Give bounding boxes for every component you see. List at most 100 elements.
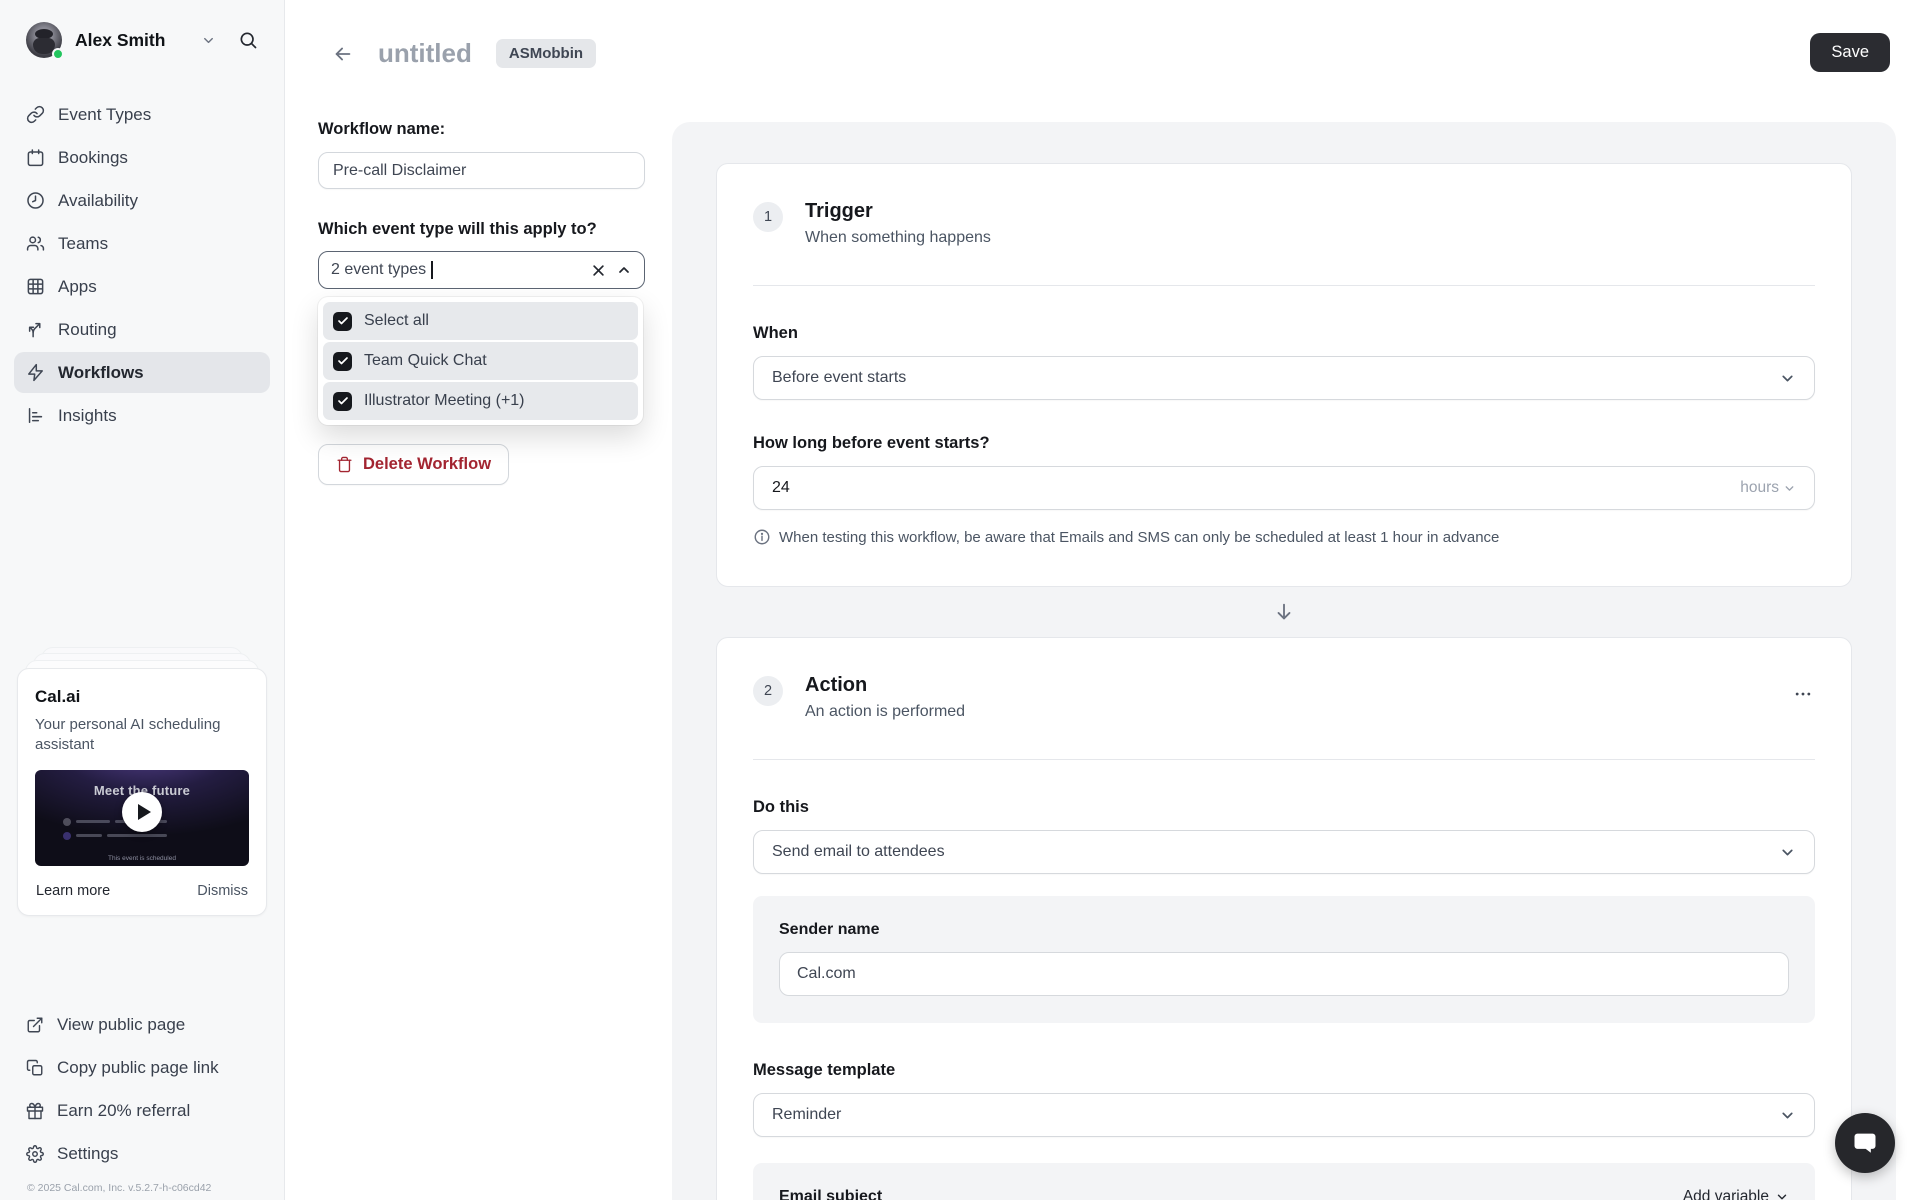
user-menu[interactable]: Alex Smith	[26, 22, 266, 60]
message-template-label: Message template	[753, 1061, 896, 1079]
sidebar-item-label: Settings	[57, 1143, 119, 1163]
dropdown-option-select-all[interactable]: Select all	[323, 302, 638, 340]
sidebar-item-insights[interactable]: Insights	[14, 395, 270, 436]
sidebar-item-availability[interactable]: Availability	[14, 180, 270, 221]
chevron-down-icon[interactable]	[201, 33, 216, 48]
chevron-up-icon[interactable]	[616, 262, 632, 278]
event-type-dropdown: Select all Team Quick Chat Illustrator M…	[318, 297, 643, 425]
main-content: untitled ASMobbin Save Workflow name: Wh…	[285, 0, 1920, 1200]
scheduling-note: When testing this workflow, be aware tha…	[753, 528, 1815, 546]
step-number-badge: 1	[753, 202, 783, 232]
sidebar-item-label: Teams	[58, 233, 109, 253]
promo-video-thumbnail[interactable]: Meet the future This event is scheduled	[35, 769, 249, 866]
sidebar-item-event-types[interactable]: Event Types	[14, 94, 270, 135]
chevron-down-icon	[1779, 370, 1796, 387]
do-this-label: Do this	[753, 798, 809, 816]
more-options-button[interactable]	[1787, 678, 1819, 710]
clock-icon	[26, 191, 45, 210]
sidebar-item-apps[interactable]: Apps	[14, 266, 270, 307]
sidebar-item-label: Earn 20% referral	[57, 1100, 191, 1120]
chevron-down-icon	[1779, 844, 1796, 861]
chat-bubble-icon	[1851, 1129, 1879, 1157]
avatar	[26, 22, 64, 60]
sidebar-item-label: Availability	[58, 190, 139, 210]
chevron-down-icon	[1783, 482, 1796, 495]
sidebar-item-routing[interactable]: Routing	[14, 309, 270, 350]
sidebar-item-label: View public page	[57, 1014, 186, 1034]
gift-icon	[26, 1102, 44, 1120]
chat-support-button[interactable]	[1835, 1113, 1895, 1173]
external-link-icon	[26, 1016, 44, 1034]
text-cursor	[431, 261, 433, 279]
sidebar-item-teams[interactable]: Teams	[14, 223, 270, 264]
info-icon	[753, 528, 771, 546]
online-status-dot	[52, 48, 64, 60]
delete-workflow-button[interactable]: Delete Workflow	[318, 444, 510, 485]
time-unit-select[interactable]: hours	[1740, 479, 1796, 497]
when-label: When	[753, 324, 798, 342]
copyright-text: © 2025 Cal.com, Inc. v.5.2.7-h-c06cd42	[27, 1182, 212, 1194]
save-button[interactable]: Save	[1810, 33, 1890, 72]
video-caption: This event is scheduled	[108, 854, 176, 862]
dismiss-link[interactable]: Dismiss	[197, 883, 248, 899]
multiselect-value: 2 event types	[331, 261, 427, 278]
add-variable-button[interactable]: Add variable	[1683, 1188, 1789, 1200]
trigger-card: 1 Trigger When something happens When Be…	[716, 163, 1852, 587]
calendar-icon	[26, 148, 45, 167]
step-number-badge: 2	[753, 676, 783, 706]
email-subject-label: Email subject	[779, 1188, 883, 1200]
event-type-label: Which event type will this apply to?	[318, 220, 597, 238]
dropdown-option-illustrator-meeting[interactable]: Illustrator Meeting (+1)	[323, 382, 638, 420]
trigger-subtitle: When something happens	[805, 229, 991, 246]
copy-icon	[26, 1059, 44, 1077]
users-icon	[26, 234, 45, 253]
sidebar-item-bookings[interactable]: Bookings	[14, 137, 270, 178]
gear-icon	[26, 1144, 44, 1163]
sidebar-footer-nav: View public page Copy public page link E…	[14, 1004, 270, 1174]
sidebar-item-settings[interactable]: Settings	[14, 1133, 270, 1174]
trigger-title: Trigger	[805, 200, 873, 222]
trigger-when-select[interactable]: Before event starts	[753, 356, 1815, 400]
sidebar-item-label: Routing	[58, 319, 117, 339]
sidebar-item-copy-public-page-link[interactable]: Copy public page link	[14, 1047, 270, 1088]
checkbox-checked-icon	[333, 391, 352, 411]
time-before-input[interactable]: 24 hours	[753, 466, 1815, 510]
sidebar-item-label: Event Types	[58, 104, 152, 124]
sender-name-input[interactable]	[779, 952, 1789, 996]
clear-selection-icon[interactable]	[591, 263, 606, 278]
message-template-select[interactable]: Reminder	[753, 1093, 1815, 1137]
chart-icon	[26, 406, 45, 425]
action-type-select[interactable]: Send email to attendees	[753, 830, 1815, 874]
sender-name-label: Sender name	[779, 921, 880, 938]
user-name: Alex Smith	[75, 29, 166, 50]
sidebar-item-label: Bookings	[58, 147, 128, 167]
dropdown-option-team-quick-chat[interactable]: Team Quick Chat	[323, 342, 638, 380]
divider	[753, 759, 1815, 760]
sidebar-item-view-public-page[interactable]: View public page	[14, 1004, 270, 1045]
promo-subtitle: Your personal AI scheduling assistant	[35, 716, 221, 754]
sidebar: Alex Smith Event Types Bookings Availabi…	[0, 0, 285, 1200]
workflow-settings-panel: Workflow name: Which event type will thi…	[318, 0, 645, 485]
sidebar-nav: Event Types Bookings Availability Teams …	[14, 94, 270, 436]
learn-more-link[interactable]: Learn more	[36, 883, 110, 899]
promo-title: Cal.ai	[35, 687, 81, 706]
play-icon[interactable]	[122, 791, 162, 832]
action-card: 2 Action An action is performed Do this …	[716, 637, 1852, 1200]
flow-arrow-down-icon	[672, 601, 1896, 623]
sidebar-item-label: Copy public page link	[57, 1057, 219, 1077]
sidebar-item-earn-referral[interactable]: Earn 20% referral	[14, 1090, 270, 1131]
sidebar-item-label: Insights	[58, 405, 117, 425]
workflow-name-input[interactable]	[318, 152, 645, 189]
zap-icon	[26, 363, 45, 382]
event-type-multiselect[interactable]: 2 event types	[318, 251, 645, 289]
sender-name-panel: Sender name	[753, 896, 1815, 1023]
divider	[753, 285, 1815, 286]
sidebar-item-workflows[interactable]: Workflows	[14, 352, 270, 393]
sidebar-item-label: Workflows	[58, 362, 144, 382]
checkbox-checked-icon	[333, 351, 352, 371]
search-icon[interactable]	[238, 30, 258, 50]
trash-icon	[336, 456, 353, 473]
chevron-down-icon	[1775, 1190, 1789, 1200]
checkbox-checked-icon	[333, 311, 352, 331]
workflow-builder-canvas: 1 Trigger When something happens When Be…	[672, 122, 1896, 1200]
